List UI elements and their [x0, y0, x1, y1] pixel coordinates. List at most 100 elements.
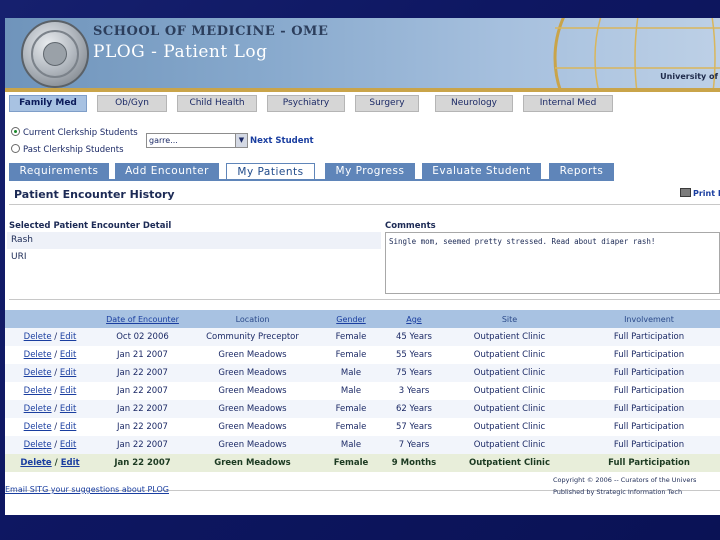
cell-location: Green Meadows: [190, 454, 315, 472]
school-seal-icon: [21, 20, 89, 88]
cell-site: Outpatient Clinic: [441, 328, 578, 346]
cell-location: Green Meadows: [218, 386, 287, 396]
delete-link[interactable]: Delete: [24, 350, 52, 360]
print-link[interactable]: Print P: [680, 188, 720, 198]
title-divider: [9, 204, 720, 205]
cell-gender: Female: [315, 400, 387, 418]
cell-date: Jan 22 2007: [95, 400, 190, 418]
cell-age: 45 Years: [387, 328, 441, 346]
delete-link[interactable]: Delete: [24, 368, 52, 378]
row-actions: Delete / Edit: [5, 400, 95, 418]
current-students-option[interactable]: Current Clerkship Students: [11, 127, 138, 141]
separator: /: [51, 458, 61, 468]
delete-link[interactable]: Delete: [24, 332, 52, 342]
edit-link[interactable]: Edit: [60, 386, 76, 396]
cell-site: Outpatient Clinic: [473, 386, 546, 396]
col-age[interactable]: Age: [387, 310, 441, 328]
col-gender[interactable]: Gender: [315, 310, 387, 328]
detail-divider: [9, 299, 720, 300]
edit-link[interactable]: Edit: [60, 332, 76, 342]
edit-link[interactable]: Edit: [60, 404, 76, 414]
edit-link[interactable]: Edit: [60, 440, 76, 450]
tab-ob-gyn[interactable]: Ob/Gyn: [97, 95, 167, 112]
app-title: PLOG - Patient Log: [93, 42, 268, 62]
cell-site: Outpatient Clinic: [441, 364, 578, 382]
tab-psychiatry[interactable]: Psychiatry: [267, 95, 345, 112]
tab-my-patients[interactable]: My Patients: [226, 163, 315, 180]
comments-box[interactable]: Single mom, seemed pretty stressed. Read…: [385, 232, 720, 294]
detail-list: Rash URI: [7, 232, 381, 266]
cell-location: Green Meadows: [218, 350, 287, 360]
cell-age: 57 Years: [396, 422, 432, 432]
cell-involvement: Full Participation: [613, 350, 685, 360]
encounter-table: Date of Encounter Location Gender Age Si…: [5, 310, 720, 472]
tab-neurology[interactable]: Neurology: [435, 95, 513, 112]
table-row[interactable]: Delete / Edit Jan 22 2007 Green Meadows Mal…: [5, 364, 720, 382]
cell-involvement: Full Participation: [613, 386, 685, 396]
col-actions: [5, 310, 95, 328]
tab-add-encounter[interactable]: Add Encounter: [115, 163, 219, 180]
table-row[interactable]: Delete / Edit Oct 02 2006 Community Precep…: [5, 328, 720, 346]
cell-location: Green Meadows: [190, 400, 315, 418]
cell-age: 3 Years: [398, 386, 430, 396]
delete-link[interactable]: Delete: [24, 440, 52, 450]
table-header-row: Date of Encounter Location Gender Age Si…: [5, 310, 720, 328]
col-site: Site: [441, 310, 578, 328]
edit-link[interactable]: Edit: [61, 458, 80, 468]
edit-link[interactable]: Edit: [60, 368, 76, 378]
cell-date: Jan 22 2007: [117, 386, 168, 396]
current-students-label: Current Clerkship Students: [23, 128, 138, 138]
page-title: Patient Encounter History: [14, 188, 175, 201]
tab-surgery[interactable]: Surgery: [355, 95, 419, 112]
separator: /: [51, 350, 60, 360]
tab-my-progress[interactable]: My Progress: [325, 163, 415, 180]
student-dropdown[interactable]: garre... ▼: [146, 133, 248, 148]
row-actions: Delete / Edit: [5, 364, 95, 382]
separator: /: [51, 440, 60, 450]
tab-child-health[interactable]: Child Health: [177, 95, 257, 112]
cell-gender: Female: [315, 328, 387, 346]
radio-checked-icon[interactable]: [11, 127, 20, 136]
delete-link[interactable]: Delete: [24, 386, 52, 396]
cell-date: Jan 22 2007: [95, 454, 190, 472]
tab-evaluate-student[interactable]: Evaluate Student: [422, 163, 541, 180]
table-row[interactable]: Delete / Edit Jan 22 2007 Green Meadows Mal…: [5, 382, 720, 400]
cell-age: 75 Years: [387, 364, 441, 382]
col-date-of-encounter[interactable]: Date of Encounter: [95, 310, 190, 328]
next-student-link[interactable]: Next Student: [250, 136, 314, 146]
table-row[interactable]: Delete / Edit Jan 21 2007 Green Meadows Fem…: [5, 346, 720, 364]
delete-link[interactable]: Delete: [24, 422, 52, 432]
delete-link[interactable]: Delete: [24, 404, 52, 414]
past-students-option[interactable]: Past Clerkship Students: [11, 144, 124, 158]
plog-screen: SCHOOL OF MEDICINE - OME PLOG - Patient …: [5, 18, 720, 515]
university-label: University of: [660, 72, 718, 81]
header-banner: SCHOOL OF MEDICINE - OME PLOG - Patient …: [5, 18, 720, 92]
table-row[interactable]: Delete / Edit Jan 22 2007 Green Meadows Fem…: [5, 400, 720, 418]
printer-icon[interactable]: [680, 188, 691, 197]
tab-internal-med[interactable]: Internal Med: [523, 95, 613, 112]
tab-reports[interactable]: Reports: [549, 163, 614, 180]
row-actions: Delete / Edit: [5, 328, 95, 346]
email-suggestions-link[interactable]: Email SITG your suggestions about PLOG: [5, 485, 169, 494]
separator: /: [51, 368, 60, 378]
copyright-line: Copyright © 2006 -- Curators of the Univ…: [553, 476, 697, 484]
table-row[interactable]: Delete / Edit Jan 22 2007 Green Meadows Fem…: [5, 454, 720, 472]
table-row[interactable]: Delete / Edit Jan 22 2007 Green Meadows Mal…: [5, 436, 720, 454]
row-actions: Delete / Edit: [5, 382, 95, 400]
cell-date: Oct 02 2006: [95, 328, 190, 346]
separator: /: [51, 386, 60, 396]
edit-link[interactable]: Edit: [60, 422, 76, 432]
cell-gender: Female: [335, 350, 367, 360]
tab-family-med[interactable]: Family Med: [9, 95, 87, 112]
chevron-down-icon[interactable]: ▼: [235, 134, 247, 147]
edit-link[interactable]: Edit: [60, 350, 76, 360]
cell-involvement: Full Participation: [613, 422, 685, 432]
col-location: Location: [190, 310, 315, 328]
table-row[interactable]: Delete / Edit Jan 22 2007 Green Meadows Fem…: [5, 418, 720, 436]
tab-requirements[interactable]: Requirements: [9, 163, 109, 180]
tabs-underline: [9, 179, 614, 181]
radio-unchecked-icon[interactable]: [11, 144, 20, 153]
publisher-line: Published by Strategic Information Tech: [553, 488, 683, 496]
delete-link[interactable]: Delete: [20, 458, 51, 468]
separator: /: [51, 422, 60, 432]
